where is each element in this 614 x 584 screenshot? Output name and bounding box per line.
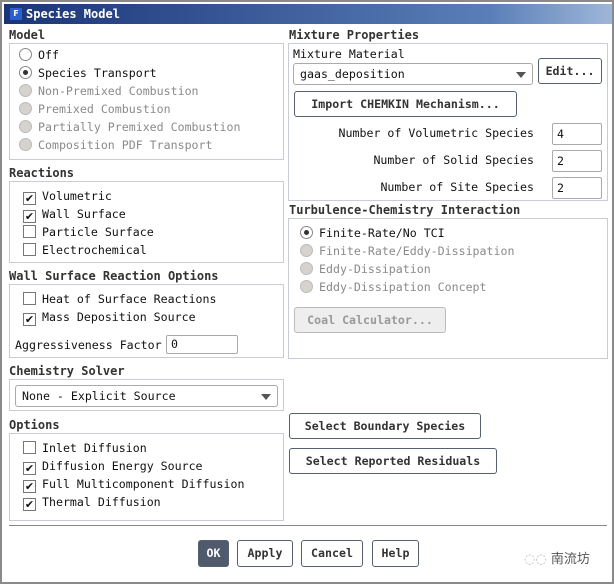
wall-surface-checkbox[interactable]: ✔ Mass Deposition Source (23, 308, 196, 326)
checkbox-checked-icon[interactable]: ✔ (23, 313, 36, 326)
options-checkbox[interactable]: Inlet Diffusion (23, 439, 147, 457)
radio-icon[interactable] (19, 138, 32, 151)
options-checkbox[interactable]: ✔ Thermal Diffusion (23, 493, 161, 511)
checkbox-checked-icon[interactable]: ✔ (23, 462, 36, 475)
solid-species-input[interactable]: 2 (552, 150, 602, 172)
option-label: Off (38, 48, 59, 62)
volumetric-species-label: Number of Volumetric Species (338, 126, 534, 140)
option-label: Thermal Diffusion (42, 495, 161, 509)
select-reported-residuals-button[interactable]: Select Reported Residuals (289, 448, 497, 474)
model-option: Non-Premixed Combustion (19, 82, 199, 100)
model-option: Partially Premixed Combustion (19, 118, 240, 136)
option-label: Partially Premixed Combustion (38, 120, 241, 134)
radio-icon[interactable] (19, 84, 32, 97)
wall-surface-checkbox[interactable]: Heat of Surface Reactions (23, 290, 217, 308)
checkbox-icon[interactable] (23, 243, 36, 256)
radio-icon[interactable] (19, 120, 32, 133)
option-label: Mass Deposition Source (42, 310, 196, 324)
options-heading: Options (9, 418, 60, 432)
edit-button[interactable]: Edit... (538, 58, 602, 84)
model-option[interactable]: Off (19, 46, 59, 64)
mixture-material-label: Mixture Material (293, 47, 405, 61)
reaction-checkbox[interactable]: ✔ Wall Surface (23, 205, 126, 223)
wechat-icon: ◌◌ (524, 552, 551, 567)
option-label: Wall Surface (42, 207, 126, 221)
radio-icon[interactable] (19, 66, 32, 79)
volumetric-species-input[interactable]: 4 (552, 123, 602, 145)
watermark: ◌◌ 南流坊 (524, 548, 590, 567)
option-label: Particle Surface (42, 225, 154, 239)
window-title: Species Model (26, 7, 120, 21)
option-label: Species Transport (38, 66, 157, 80)
option-label: Volumetric (42, 189, 112, 203)
option-label: Non-Premixed Combustion (38, 84, 199, 98)
radio-icon[interactable] (300, 262, 313, 275)
checkbox-checked-icon[interactable]: ✔ (23, 192, 36, 205)
site-species-input[interactable]: 2 (552, 177, 602, 199)
site-species-label: Number of Site Species (380, 180, 534, 194)
chevron-down-icon (261, 394, 271, 400)
reaction-checkbox[interactable]: ✔ Volumetric (23, 187, 112, 205)
option-label: Premixed Combustion (38, 102, 171, 116)
model-option[interactable]: Species Transport (19, 64, 157, 82)
checkbox-checked-icon[interactable]: ✔ (23, 210, 36, 223)
chemistry-solver-select[interactable]: None - Explicit Source (15, 385, 278, 407)
watermark-text: 南流坊 (550, 552, 590, 567)
mixture-heading: Mixture Properties (289, 28, 420, 42)
option-label: Eddy-Dissipation Concept (319, 280, 487, 294)
reaction-checkbox[interactable]: Particle Surface (23, 223, 154, 241)
option-label: Electrochemical (42, 243, 147, 257)
aggressiveness-label: Aggressiveness Factor (15, 338, 162, 352)
solid-species-label: Number of Solid Species (373, 153, 534, 167)
divider (9, 525, 607, 526)
coal-calculator-button[interactable]: Coal Calculator... (294, 307, 446, 333)
option-label: Eddy-Dissipation (319, 262, 431, 276)
apply-button[interactable]: Apply (237, 540, 293, 567)
radio-icon[interactable] (300, 280, 313, 293)
options-checkbox[interactable]: ✔ Diffusion Energy Source (23, 457, 203, 475)
checkbox-icon[interactable] (23, 441, 36, 454)
radio-icon[interactable] (300, 244, 313, 257)
ok-button[interactable]: OK (198, 540, 229, 567)
chevron-down-icon (516, 72, 526, 78)
aggressiveness-input[interactable]: 0 (166, 335, 238, 354)
option-label: Composition PDF Transport (38, 138, 213, 152)
import-chemkin-button[interactable]: Import CHEMKIN Mechanism... (294, 91, 517, 117)
wall-surface-heading: Wall Surface Reaction Options (9, 269, 219, 283)
tci-heading: Turbulence-Chemistry Interaction (289, 203, 521, 217)
species-model-dialog: F Species Model Model Reactions Wall Surf… (0, 0, 614, 584)
option-label: Inlet Diffusion (42, 441, 147, 455)
fluent-app-icon: F (10, 8, 22, 20)
checkbox-checked-icon[interactable]: ✔ (23, 498, 36, 511)
checkbox-icon[interactable] (23, 225, 36, 238)
tci-option: Eddy-Dissipation (300, 260, 431, 278)
checkbox-icon[interactable] (23, 292, 36, 305)
model-option: Premixed Combustion (19, 100, 171, 118)
option-label: Full Multicomponent Diffusion (42, 477, 245, 491)
radio-icon[interactable] (19, 48, 32, 61)
tci-option: Eddy-Dissipation Concept (300, 278, 487, 296)
mixture-material-value: gaas_deposition (300, 67, 405, 81)
cancel-button[interactable]: Cancel (301, 540, 363, 567)
radio-icon[interactable] (300, 226, 313, 239)
mixture-material-select[interactable]: gaas_deposition (293, 63, 533, 85)
chemistry-solver-heading: Chemistry Solver (9, 364, 125, 378)
radio-icon[interactable] (19, 102, 32, 115)
option-label: Finite-Rate/No TCI (319, 226, 445, 240)
option-label: Diffusion Energy Source (42, 459, 203, 473)
model-heading: Model (9, 28, 46, 42)
option-label: Finite-Rate/Eddy-Dissipation (319, 244, 515, 258)
checkbox-checked-icon[interactable]: ✔ (23, 480, 36, 493)
select-boundary-species-button[interactable]: Select Boundary Species (289, 413, 481, 439)
model-option: Composition PDF Transport (19, 136, 213, 154)
tci-option: Finite-Rate/Eddy-Dissipation (300, 242, 514, 260)
chemistry-solver-value: None - Explicit Source (22, 389, 176, 403)
reaction-checkbox[interactable]: Electrochemical (23, 241, 147, 259)
options-checkbox[interactable]: ✔ Full Multicomponent Diffusion (23, 475, 244, 493)
title-bar: F Species Model (4, 4, 612, 24)
reactions-heading: Reactions (9, 166, 75, 180)
help-button[interactable]: Help (372, 540, 419, 567)
option-label: Heat of Surface Reactions (42, 292, 217, 306)
tci-option[interactable]: Finite-Rate/No TCI (300, 224, 445, 242)
